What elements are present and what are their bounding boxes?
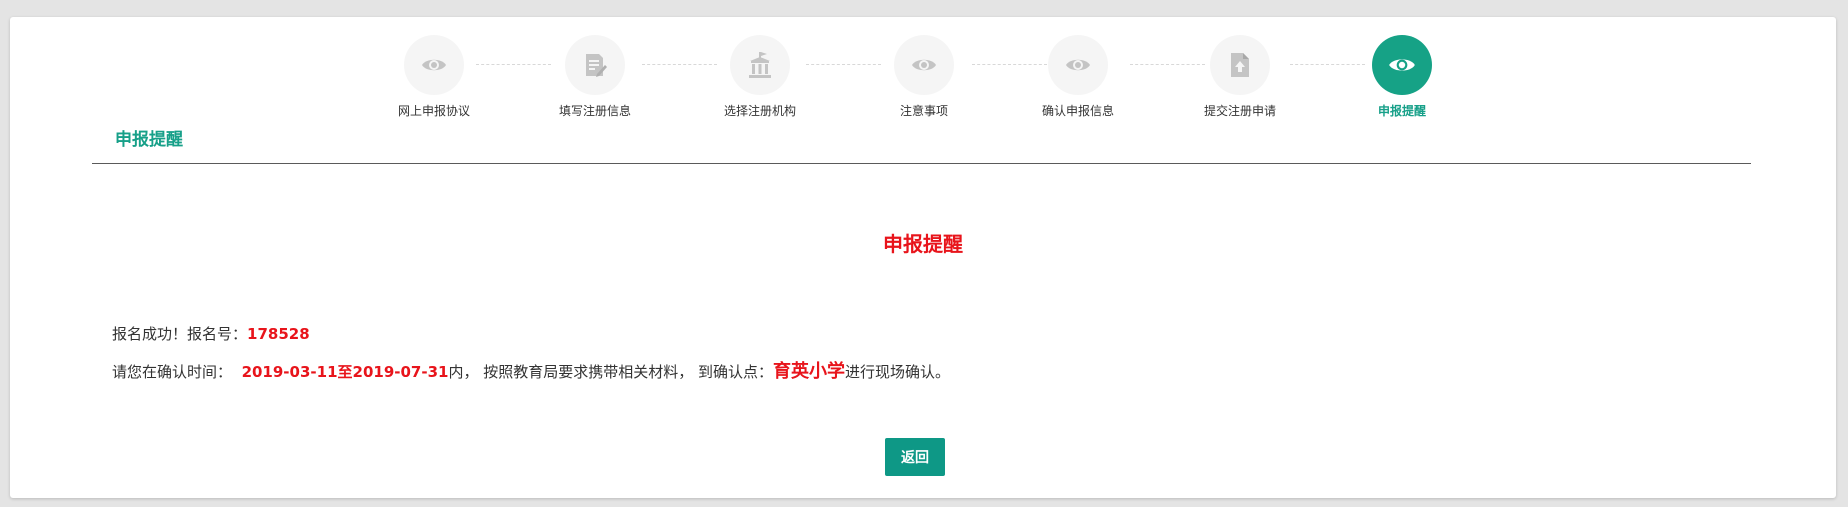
step-label: 提交注册申请	[1203, 104, 1276, 118]
step-circle	[1210, 35, 1270, 95]
confirm-location: 育英小学	[773, 361, 846, 382]
registration-number: 178528	[247, 325, 310, 343]
step-label: 选择注册机构	[723, 104, 796, 118]
institution-building-icon	[749, 52, 771, 78]
confirm-time-label: 请您在确认时间：	[112, 363, 233, 381]
step-select-institution: 选择注册机构	[695, 35, 825, 119]
edit-document-icon	[586, 54, 607, 77]
step-reminder: 申报提醒	[1337, 35, 1467, 119]
confirm-instructions-text: 内， 按照教育局要求携带相关材料， 到确认点：	[448, 363, 774, 381]
step-label: 确认申报信息	[1041, 104, 1114, 118]
step-circle	[565, 35, 625, 95]
confirm-suffix-text: 进行现场确认。	[845, 363, 951, 381]
registration-success-line: 报名成功！报名号：178528	[112, 323, 310, 344]
notice-heading: 申报提醒	[883, 232, 963, 256]
confirm-date-range: 2019-03-11至2019-07-31	[241, 363, 449, 381]
step-circle	[730, 35, 790, 95]
step-label: 注意事项	[899, 104, 948, 118]
step-label: 申报提醒	[1377, 104, 1426, 118]
registration-success-text: 报名成功！报名号：	[112, 325, 248, 343]
step-fill-registration: 填写注册信息	[530, 35, 660, 119]
back-button[interactable]: 返回	[885, 438, 945, 476]
eye-icon	[422, 59, 446, 71]
section-title: 申报提醒	[115, 130, 183, 150]
step-label: 网上申报协议	[397, 104, 470, 118]
eye-icon	[1389, 59, 1415, 71]
step-circle	[894, 35, 954, 95]
confirmation-instructions-line: 请您在确认时间： 2019-03-11至2019-07-31内， 按照教育局要求…	[112, 357, 950, 383]
upload-file-icon	[1231, 53, 1249, 77]
divider	[92, 163, 1751, 164]
step-circle	[404, 35, 464, 95]
step-online-agreement: 网上申报协议	[369, 35, 499, 119]
eye-icon	[1066, 59, 1090, 71]
step-label: 填写注册信息	[558, 104, 631, 118]
main-card: 网上申报协议 填写注册信息 选择注册机构 注意事项 确认申报信息 提交注册申请 …	[10, 17, 1836, 498]
step-notes: 注意事项	[859, 35, 989, 119]
step-submit-application: 提交注册申请	[1175, 35, 1305, 119]
eye-icon	[912, 59, 936, 71]
step-confirm-info: 确认申报信息	[1013, 35, 1143, 119]
step-circle-active	[1372, 35, 1432, 95]
step-circle	[1048, 35, 1108, 95]
